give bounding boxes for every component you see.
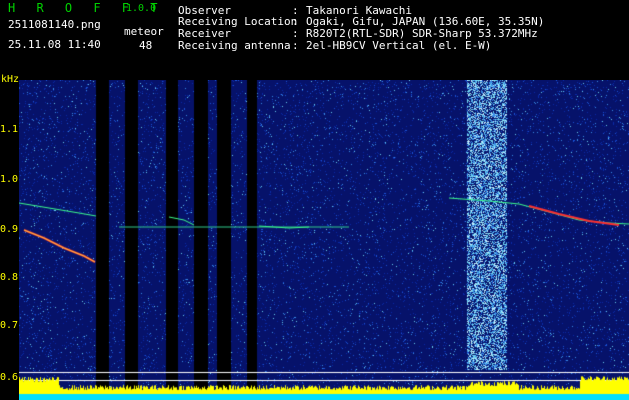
file-name: 2511081140.png — [8, 18, 101, 31]
antenna-key: Receiving antenna — [178, 39, 291, 52]
y-tick-label: 0.7 — [0, 320, 19, 331]
meteor-count: 48 — [139, 39, 153, 52]
spectrogram-canvas — [19, 80, 629, 400]
spectrogram-panel — [19, 80, 629, 400]
meteor-label: meteor — [124, 25, 164, 38]
frequency-unit-label: kHz — [1, 74, 20, 85]
y-tick-label: 0.8 — [0, 272, 19, 283]
y-tick-label: 1.0 — [0, 174, 19, 185]
y-tick-label: 0.6 — [0, 372, 19, 383]
app-version: 1.0.0 — [126, 3, 157, 14]
header-panel: H R O F F T 1.0.0 2511081140.png 25.11.0… — [0, 0, 629, 74]
y-tick-label: 0.9 — [0, 224, 19, 235]
y-tick-label: 1.1 — [0, 124, 19, 135]
capture-timestamp: 25.11.08 11:40 — [8, 38, 101, 51]
antenna-value: 2el-HB9CV Vertical (el. E-W) — [306, 39, 492, 52]
antenna-colon: : — [292, 39, 299, 52]
